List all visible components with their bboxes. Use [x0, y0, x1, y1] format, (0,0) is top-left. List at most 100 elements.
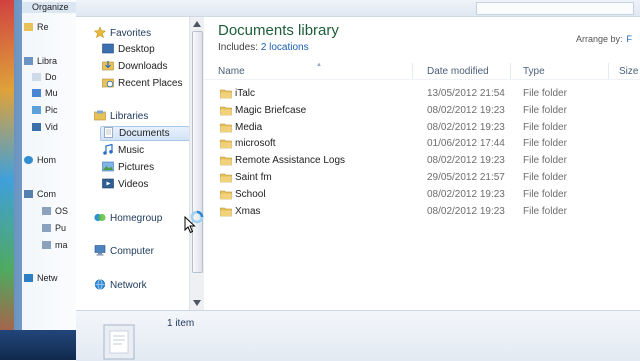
nav-item-label: Computer	[110, 246, 154, 257]
column-header-size[interactable]: Size	[619, 66, 638, 77]
nav-item-videos[interactable]: Videos	[102, 177, 148, 192]
scroll-up-arrow-icon[interactable]	[192, 20, 202, 28]
table-row[interactable]: Magic Briefcase 08/02/2012 19:23 File fo…	[204, 103, 640, 119]
column-divider[interactable]	[510, 63, 511, 79]
row-type: File folder	[523, 122, 567, 133]
folder-icon	[220, 106, 232, 116]
background-nav-label: Com	[37, 189, 57, 199]
scroll-thumb[interactable]	[192, 31, 203, 273]
scroll-down-arrow-icon[interactable]	[192, 299, 202, 307]
row-date: 08/02/2012 19:23	[427, 155, 505, 166]
row-type: File folder	[523, 88, 567, 99]
nav-item-label: Downloads	[118, 61, 168, 72]
table-row[interactable]: Remote Assistance Logs 08/02/2012 19:23 …	[204, 153, 640, 169]
row-name: Media	[235, 122, 263, 133]
nav-item-favorites[interactable]: Favorites	[94, 26, 151, 41]
row-name: Xmas	[235, 206, 261, 217]
background-nav-item[interactable]: Re	[24, 22, 49, 32]
row-date: 08/02/2012 19:23	[427, 105, 505, 116]
table-row[interactable]: iTalc 13/05/2012 21:54 File folder	[204, 86, 640, 102]
folder-icon	[220, 89, 232, 99]
details-pane: 1 item	[76, 310, 640, 361]
table-row[interactable]: microsoft 01/06/2012 17:44 File folder	[204, 136, 640, 152]
mouse-cursor-icon	[184, 216, 196, 234]
table-row[interactable]: Xmas 08/02/2012 19:23 File folder	[204, 204, 640, 220]
row-name: microsoft	[235, 138, 276, 149]
documents-icon	[32, 73, 41, 81]
nav-item-label: Pictures	[118, 162, 155, 173]
homegroup-icon	[24, 156, 33, 164]
videos-icon	[32, 123, 41, 131]
star-icon	[94, 27, 106, 38]
pictures-icon	[32, 106, 41, 114]
background-nav-item[interactable]: Do	[32, 72, 57, 82]
drive-icon	[42, 241, 51, 249]
background-nav-item[interactable]: Libra	[24, 56, 57, 66]
nav-item-network[interactable]: Network	[94, 278, 147, 293]
background-nav-item[interactable]: OS	[42, 206, 68, 216]
background-nav-item[interactable]: Netw	[24, 273, 58, 283]
row-type: File folder	[523, 155, 567, 166]
item-count: 1 item	[167, 318, 195, 329]
background-nav-item[interactable]: Mu	[32, 88, 58, 98]
row-date: 08/02/2012 19:23	[427, 206, 505, 217]
nav-item-label: Recent Places	[118, 78, 183, 89]
row-name: iTalc	[235, 88, 256, 99]
nav-item-homegroup[interactable]: Homegroup	[94, 211, 162, 226]
explorer-window: Favorites Desktop Downloads Recent Place…	[76, 0, 640, 361]
nav-item-label: Documents	[119, 128, 170, 139]
nav-item-label: Favorites	[110, 28, 152, 39]
includes-locations-link[interactable]: 2 locations	[261, 42, 309, 53]
row-date: 08/02/2012 19:23	[427, 189, 505, 200]
table-row[interactable]: School 08/02/2012 19:23 File folder	[204, 187, 640, 203]
row-type: File folder	[523, 189, 567, 200]
drive-icon	[42, 224, 51, 232]
background-nav-item[interactable]: Pic	[32, 105, 58, 115]
search-input[interactable]	[476, 2, 634, 15]
arrange-by-label: Arrange by:	[576, 34, 623, 44]
background-nav-label: OS	[55, 206, 69, 216]
row-type: File folder	[523, 172, 567, 183]
command-bar	[76, 0, 640, 17]
nav-item-libraries[interactable]: Libraries	[94, 109, 148, 124]
videos-icon	[102, 178, 114, 189]
column-divider[interactable]	[412, 63, 413, 79]
folder-icon	[220, 123, 232, 133]
column-header-date-modified[interactable]: Date modified	[427, 66, 489, 77]
nav-item-label: Desktop	[118, 44, 155, 55]
folder-icon	[24, 23, 33, 31]
folder-icon	[220, 156, 232, 166]
column-headers: Name ▲ Date modified Type Size	[204, 62, 640, 80]
navigation-pane: Favorites Desktop Downloads Recent Place…	[76, 17, 195, 310]
row-name: Remote Assistance Logs	[235, 155, 346, 166]
background-nav-item[interactable]: Vid	[32, 122, 58, 132]
background-nav-item[interactable]: Com	[24, 189, 56, 199]
table-row[interactable]: Saint fm 29/05/2012 21:57 File folder	[204, 170, 640, 186]
recent-places-icon	[102, 78, 114, 88]
nav-item-documents[interactable]: Documents	[100, 126, 190, 141]
nav-item-music[interactable]: Music	[102, 143, 144, 158]
nav-item-pictures[interactable]: Pictures	[102, 160, 154, 175]
arrange-by-dropdown[interactable]: F	[627, 34, 633, 44]
nav-item-recent-places[interactable]: Recent Places	[102, 76, 182, 91]
library-includes: Includes: 2 locations	[218, 42, 309, 53]
background-nav-label: Pu	[55, 223, 67, 233]
pictures-icon	[102, 161, 114, 172]
background-nav-item[interactable]: ma	[42, 240, 68, 250]
nav-item-downloads[interactable]: Downloads	[102, 59, 167, 74]
row-date: 01/06/2012 17:44	[427, 138, 505, 149]
nav-item-desktop[interactable]: Desktop	[102, 42, 155, 57]
nav-item-computer[interactable]: Computer	[94, 244, 154, 259]
column-header-name[interactable]: Name	[218, 66, 245, 77]
navigation-scrollbar[interactable]	[189, 17, 204, 310]
table-row[interactable]: Media 08/02/2012 19:23 File folder	[204, 120, 640, 136]
sort-ascending-icon: ▲	[316, 62, 322, 68]
column-header-type[interactable]: Type	[523, 66, 545, 77]
computer-icon	[94, 245, 106, 256]
background-nav-label: Do	[45, 72, 57, 82]
column-divider[interactable]	[608, 63, 609, 79]
background-nav-item[interactable]: Pu	[42, 223, 66, 233]
background-organize-button[interactable]: Organize	[22, 2, 80, 13]
background-taskbar	[0, 330, 80, 360]
background-nav-item[interactable]: Hom	[24, 155, 56, 165]
